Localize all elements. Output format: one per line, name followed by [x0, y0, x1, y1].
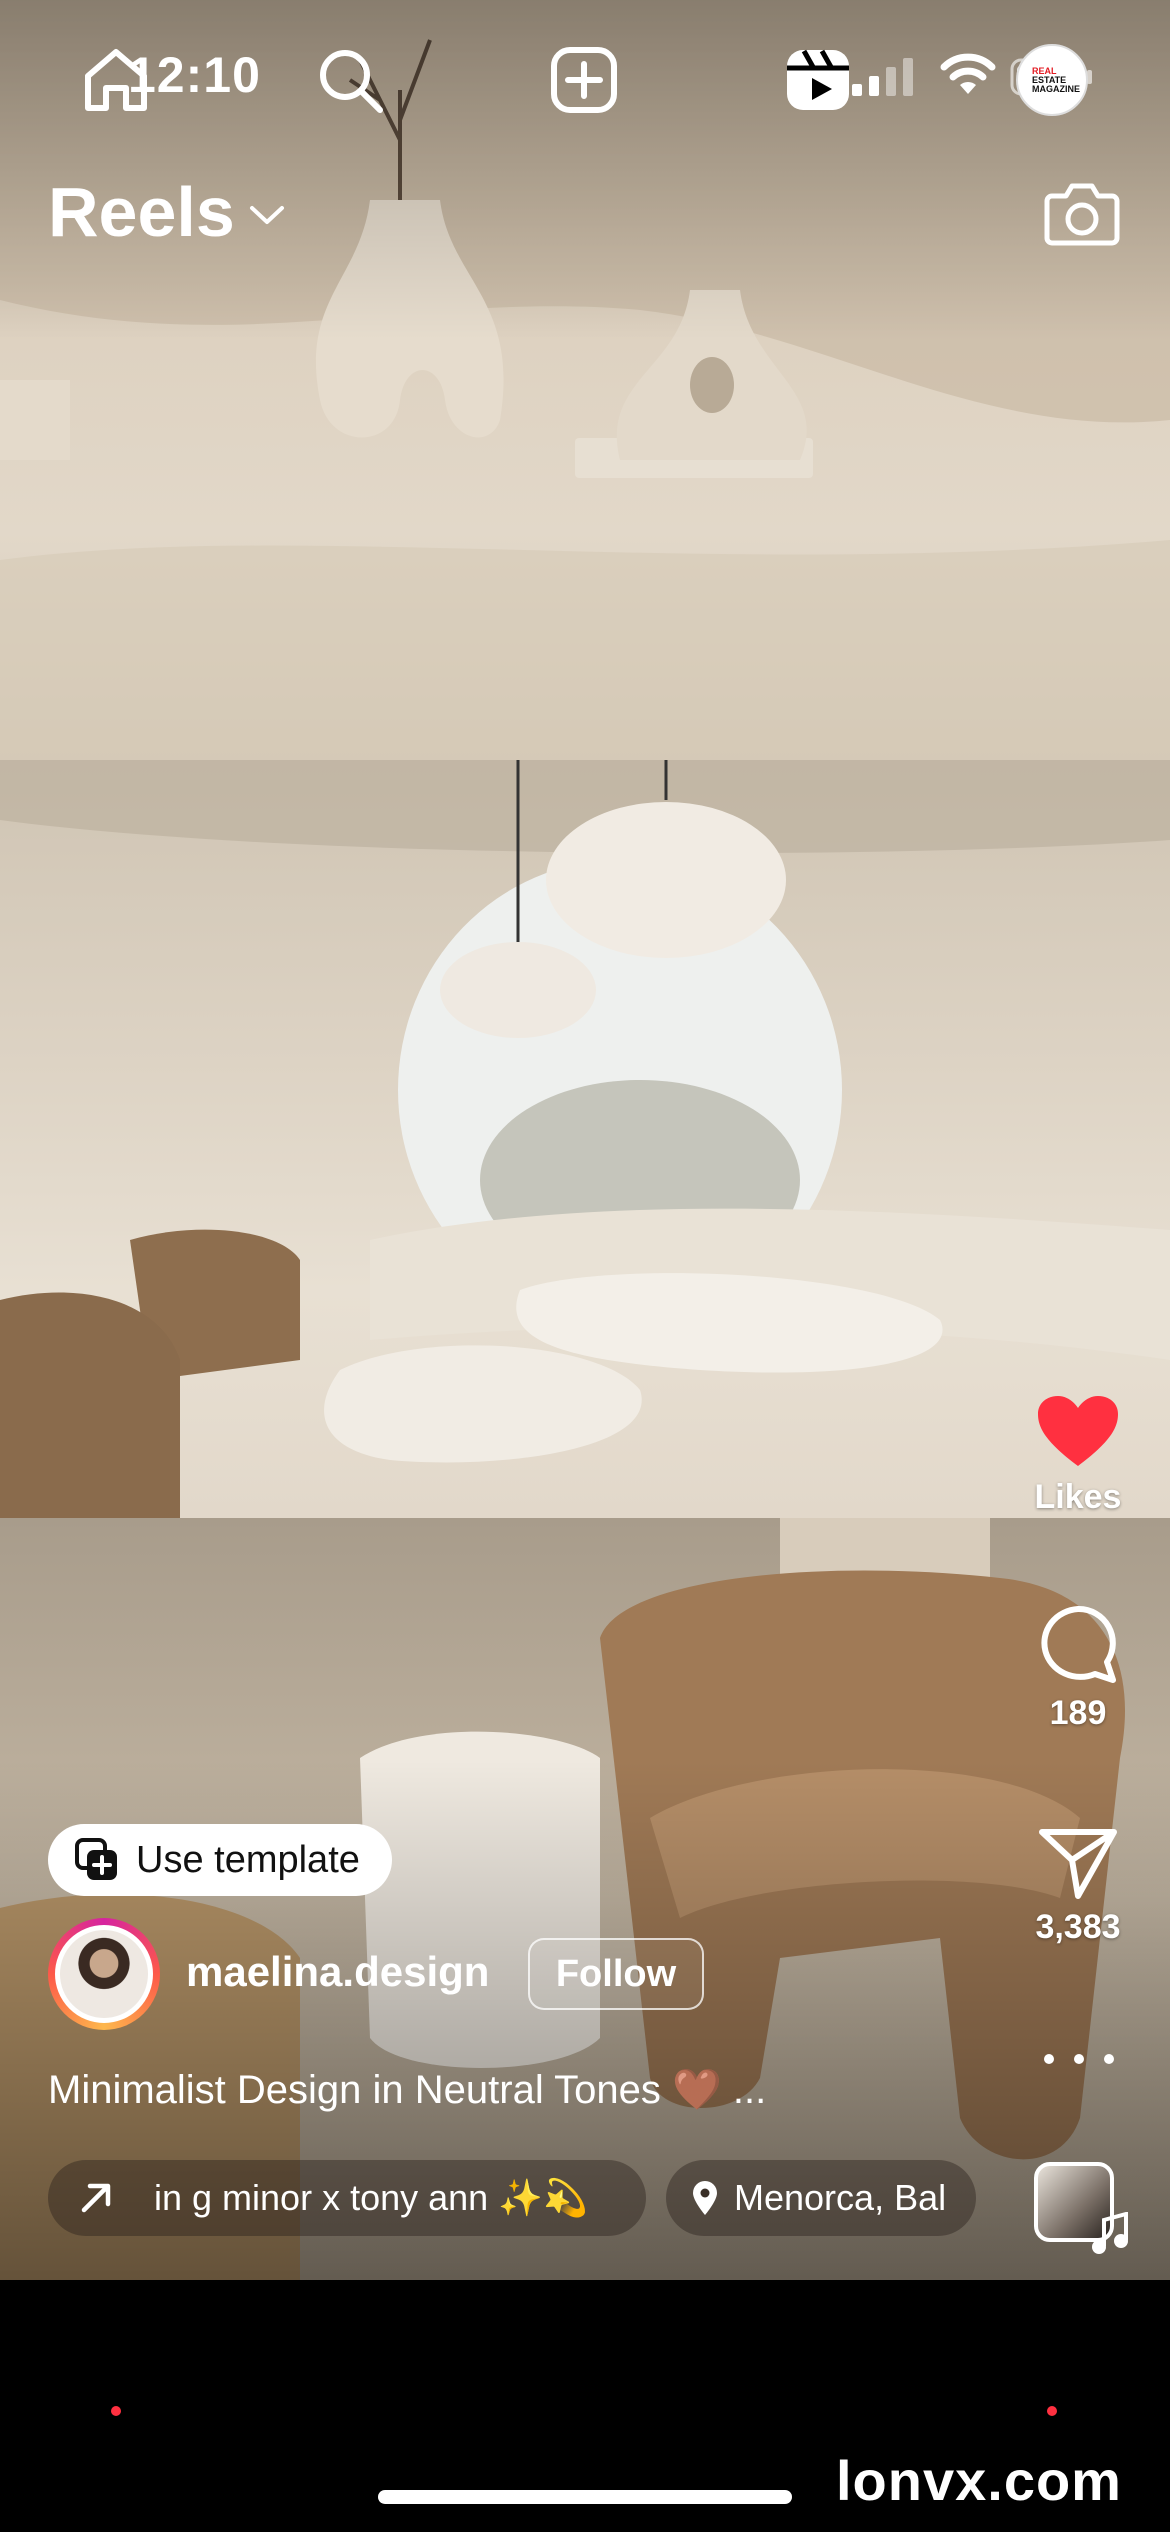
shares-count: 3,383: [1035, 1908, 1121, 1946]
home-icon: [85, 49, 147, 111]
home-indicator[interactable]: [378, 2490, 792, 2504]
chevron-down-icon: [249, 206, 284, 224]
author-avatar[interactable]: [48, 1918, 160, 2030]
heart-filled-icon: [1038, 1396, 1118, 1466]
profile-avatar: REAL ESTATE MAGAZINE: [1016, 44, 1088, 116]
audio-title: in g minor x tony ann ✨💫: [154, 2177, 588, 2218]
page-title: Reels: [48, 173, 235, 251]
share-button[interactable]: 3,383: [1020, 1826, 1136, 1947]
use-template-label: Use template: [136, 1838, 360, 1881]
nav-search[interactable]: [310, 40, 390, 120]
music-note-icon: [1092, 2212, 1128, 2254]
more-dot-icon: [1074, 2054, 1084, 2064]
post-caption[interactable]: Minimalist Design in Neutral Tones 🤎 ...: [48, 2066, 766, 2113]
template-icon: [75, 1838, 117, 1880]
arrow-up-right-icon: [81, 2183, 111, 2213]
watermark: lonvx.com: [836, 2449, 1122, 2512]
nav-profile[interactable]: REAL ESTATE MAGAZINE: [1012, 40, 1092, 120]
nav-home[interactable]: [76, 40, 156, 120]
avatar-image: [55, 1925, 153, 2023]
camera-icon[interactable]: [1044, 176, 1120, 248]
home-notification-dot: [111, 2406, 121, 2416]
likes-label: Likes: [1034, 1478, 1122, 1516]
reels-icon: [787, 49, 849, 110]
comments-count: 189: [1049, 1694, 1107, 1732]
reels-feed-switcher[interactable]: Reels: [48, 172, 285, 252]
profile-badge-line: MAGAZINE: [1032, 83, 1080, 94]
location-pill[interactable]: Menorca, Bal: [666, 2160, 976, 2236]
create-post-icon: [551, 47, 617, 113]
send-icon: [1039, 1829, 1117, 1899]
comment-button[interactable]: 189: [1020, 1604, 1136, 1733]
author-username[interactable]: maelina.design: [186, 1948, 489, 1996]
wifi-icon: [940, 53, 996, 94]
cellular-signal-icon: [852, 58, 913, 96]
living-room-illustration: [0, 760, 1170, 1518]
profile-notification-dot: [1047, 2406, 1057, 2416]
video-frame-living-room: [0, 760, 1170, 1518]
more-dot-icon: [1104, 2054, 1114, 2064]
audio-pill[interactable]: in g minor x tony ann ✨💫: [48, 2160, 646, 2236]
nav-reels[interactable]: [778, 40, 858, 120]
use-template-button[interactable]: Use template: [48, 1824, 392, 1896]
more-options-button[interactable]: [1044, 2044, 1114, 2074]
nav-create[interactable]: [544, 40, 624, 120]
more-dot-icon: [1044, 2054, 1054, 2064]
like-button[interactable]: Likes: [1020, 1394, 1136, 1517]
reels-screen: 12:10 Reels Likes 189 3,383 Use template…: [0, 0, 1170, 2532]
location-text: Menorca, Bal: [734, 2177, 947, 2218]
follow-button[interactable]: Follow: [528, 1938, 704, 2010]
comment-icon: [1041, 1605, 1116, 1683]
location-pin-icon: [693, 2181, 717, 2215]
search-icon: [320, 50, 383, 113]
